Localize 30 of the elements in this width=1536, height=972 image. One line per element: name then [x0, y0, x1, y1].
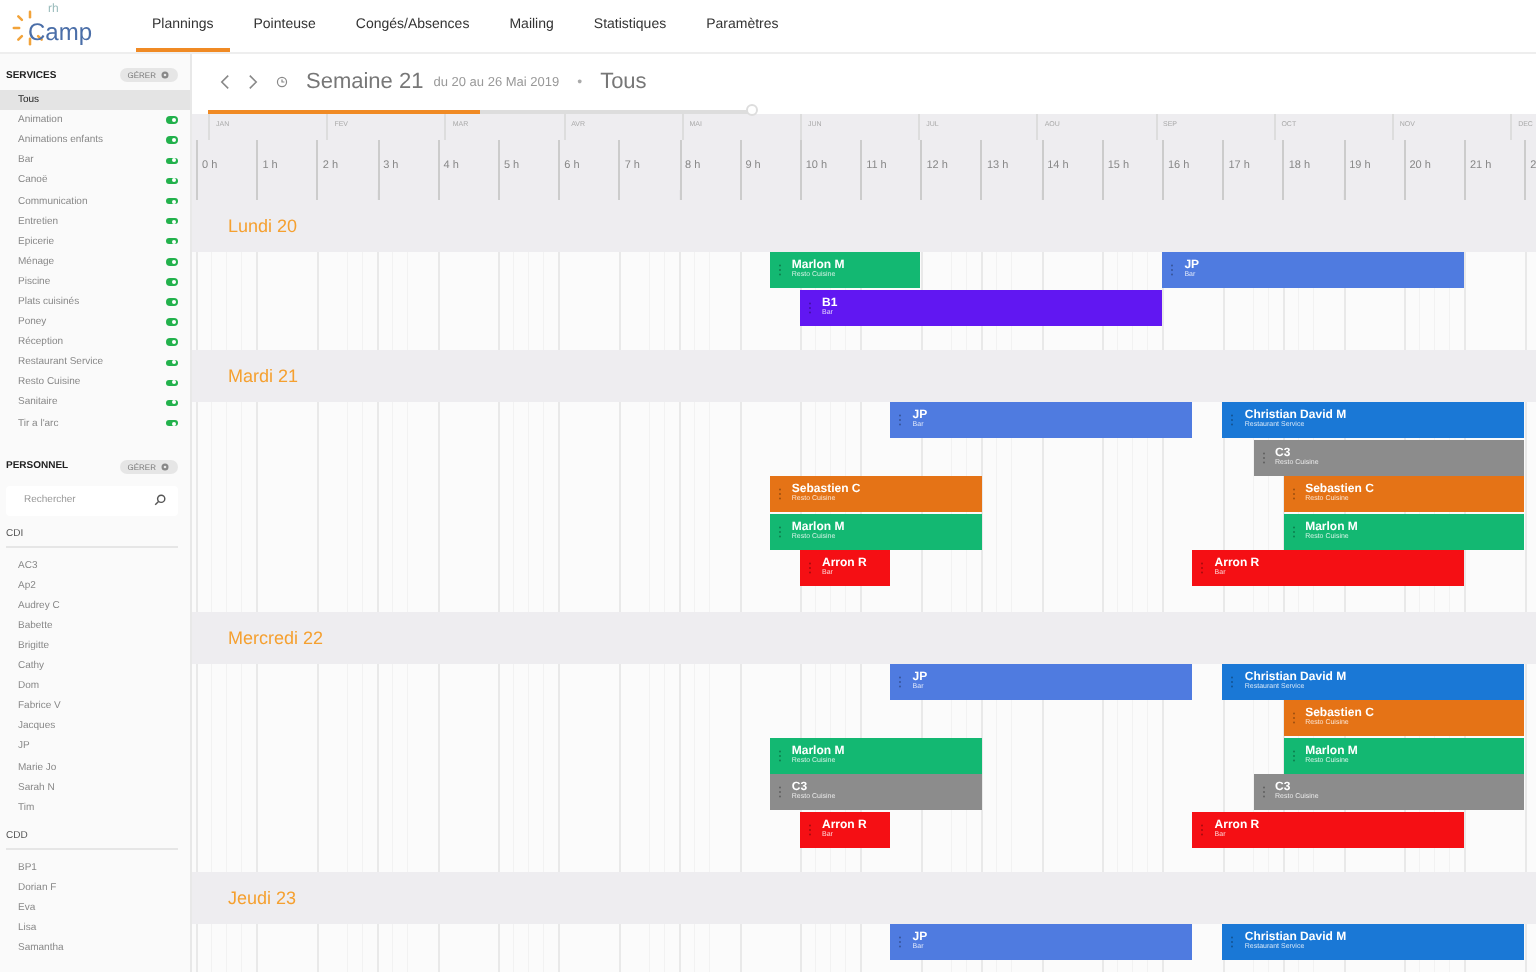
chevron-right-icon[interactable]: [248, 74, 258, 90]
toggle-switch[interactable]: [166, 338, 178, 346]
toggle-switch[interactable]: [166, 197, 178, 205]
day-heading: Mardi 21: [228, 366, 299, 386]
toggle-switch[interactable]: [166, 318, 178, 326]
toggle-switch[interactable]: [166, 116, 178, 124]
day-heading: Jeudi 23: [228, 888, 297, 908]
toggle-switch[interactable]: [166, 278, 178, 286]
toggle-switch[interactable]: [166, 359, 178, 367]
toggle-switch[interactable]: [166, 399, 178, 407]
logo-text: Camp: [28, 18, 93, 46]
toggle-switch[interactable]: [166, 237, 178, 245]
chevron-left-icon[interactable]: [220, 74, 230, 90]
toggle-switch[interactable]: [166, 177, 178, 185]
toggle-switch[interactable]: [166, 419, 178, 427]
slider-handle[interactable]: [746, 104, 758, 116]
filter-label: Tous: [600, 70, 647, 94]
day-heading: Lundi 20: [228, 216, 298, 236]
toggle-switch[interactable]: [166, 136, 178, 144]
settings-icon: [160, 461, 170, 472]
toggle-switch[interactable]: [166, 258, 178, 266]
week-title: Semaine 21: [306, 70, 424, 94]
history-icon[interactable]: [276, 76, 288, 88]
toggle-switch[interactable]: [166, 379, 178, 387]
search-icon: [154, 494, 166, 507]
settings-icon: [160, 70, 170, 80]
toggle-switch[interactable]: [166, 298, 178, 306]
toggle-switch[interactable]: [166, 217, 178, 225]
toggle-switch[interactable]: [166, 157, 178, 165]
day-heading: Mercredi 22: [228, 627, 324, 647]
